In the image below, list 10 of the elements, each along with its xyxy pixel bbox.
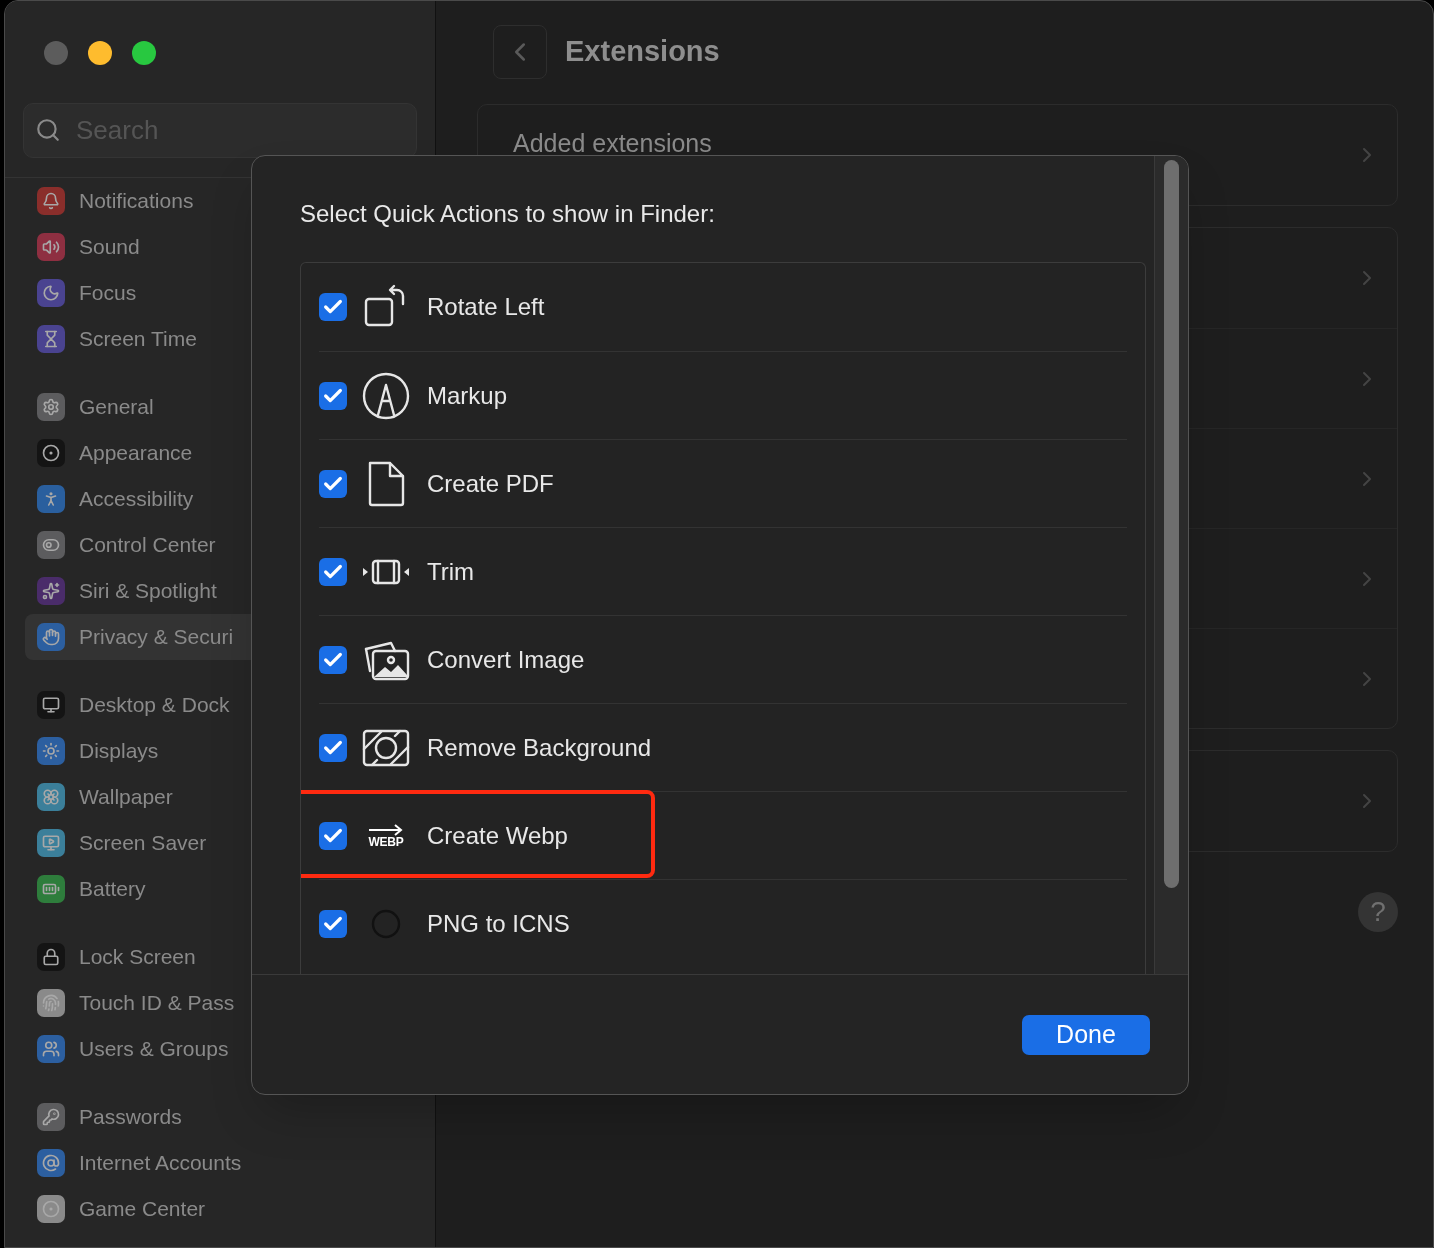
action-label: Remove Background	[427, 732, 652, 763]
action-label: Rotate Left	[427, 292, 545, 322]
action-label: Create Webp	[427, 820, 568, 851]
action-label: Create PDF	[427, 468, 554, 499]
action-label: Markup	[427, 380, 508, 411]
action-label: Convert Image	[427, 644, 585, 675]
page-title: Extensions	[565, 34, 720, 70]
action-label: PNG to ICNS	[427, 908, 570, 939]
action-label: Trim	[427, 556, 475, 587]
section-label: Added extensions	[513, 128, 712, 159]
